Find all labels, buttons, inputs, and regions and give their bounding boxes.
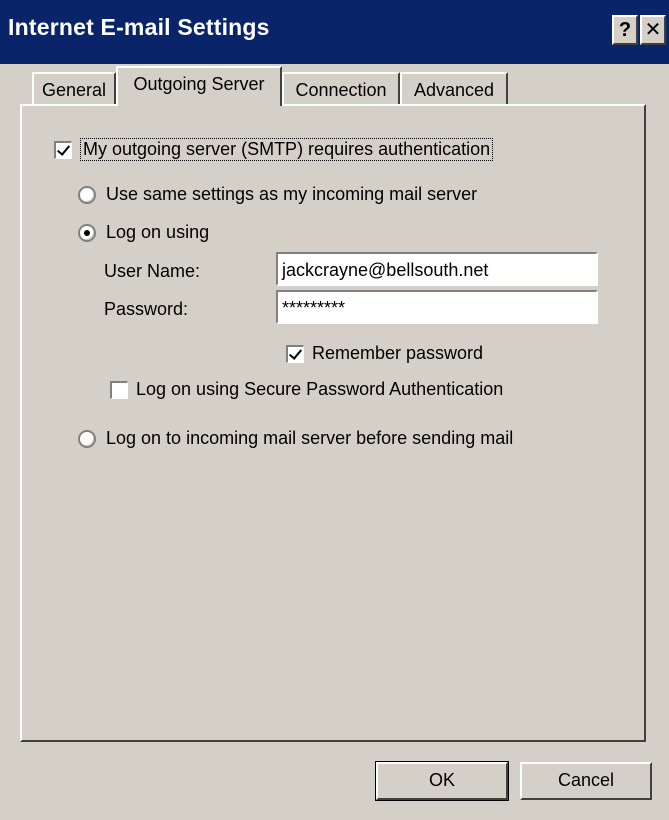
ok-button[interactable]: OK [375, 761, 509, 801]
username-field[interactable]: jackcrayne@bellsouth.net [276, 252, 598, 286]
requires-auth-checkbox[interactable] [54, 140, 72, 159]
username-label-row: User Name: [104, 261, 200, 282]
same-settings-label: Use same settings as my incoming mail se… [106, 184, 478, 204]
logon-using-radio[interactable] [78, 223, 96, 242]
cancel-button[interactable]: Cancel [520, 762, 652, 800]
incoming-first-label: Log on to incoming mail server before se… [106, 428, 514, 448]
spa-checkbox[interactable] [110, 380, 128, 399]
password-field[interactable]: ********* [276, 290, 598, 324]
title-bar: Internet E-mail Settings ? ✕ [0, 0, 669, 64]
requires-auth-row[interactable]: My outgoing server (SMTP) requires authe… [54, 138, 494, 161]
spa-label: Log on using Secure Password Authenticat… [136, 379, 504, 399]
password-label-row: Password: [104, 299, 188, 320]
same-settings-radio[interactable] [78, 185, 96, 204]
tab-general[interactable]: General [32, 72, 116, 106]
username-label: User Name: [104, 261, 201, 281]
help-icon: ? [618, 19, 632, 41]
password-label: Password: [104, 299, 189, 319]
outgoing-server-panel: My outgoing server (SMTP) requires authe… [20, 104, 646, 742]
tab-advanced[interactable]: Advanced [400, 72, 508, 106]
remember-password-label: Remember password [312, 343, 484, 363]
logon-using-label: Log on using [106, 222, 210, 242]
close-button[interactable]: ✕ [640, 15, 666, 45]
incoming-first-row[interactable]: Log on to incoming mail server before se… [78, 428, 513, 449]
same-settings-row[interactable]: Use same settings as my incoming mail se… [78, 184, 477, 205]
remember-password-checkbox[interactable] [286, 344, 304, 363]
tab-outgoing-server[interactable]: Outgoing Server [116, 66, 282, 106]
requires-auth-label: My outgoing server (SMTP) requires authe… [80, 138, 494, 161]
logon-using-row[interactable]: Log on using [78, 222, 209, 243]
close-icon: ✕ [644, 19, 662, 41]
incoming-first-radio[interactable] [78, 429, 96, 448]
window-title: Internet E-mail Settings [8, 14, 270, 40]
remember-password-row[interactable]: Remember password [286, 343, 483, 364]
tab-connection[interactable]: Connection [282, 72, 400, 106]
spa-row[interactable]: Log on using Secure Password Authenticat… [110, 379, 503, 400]
help-button[interactable]: ? [612, 15, 638, 45]
